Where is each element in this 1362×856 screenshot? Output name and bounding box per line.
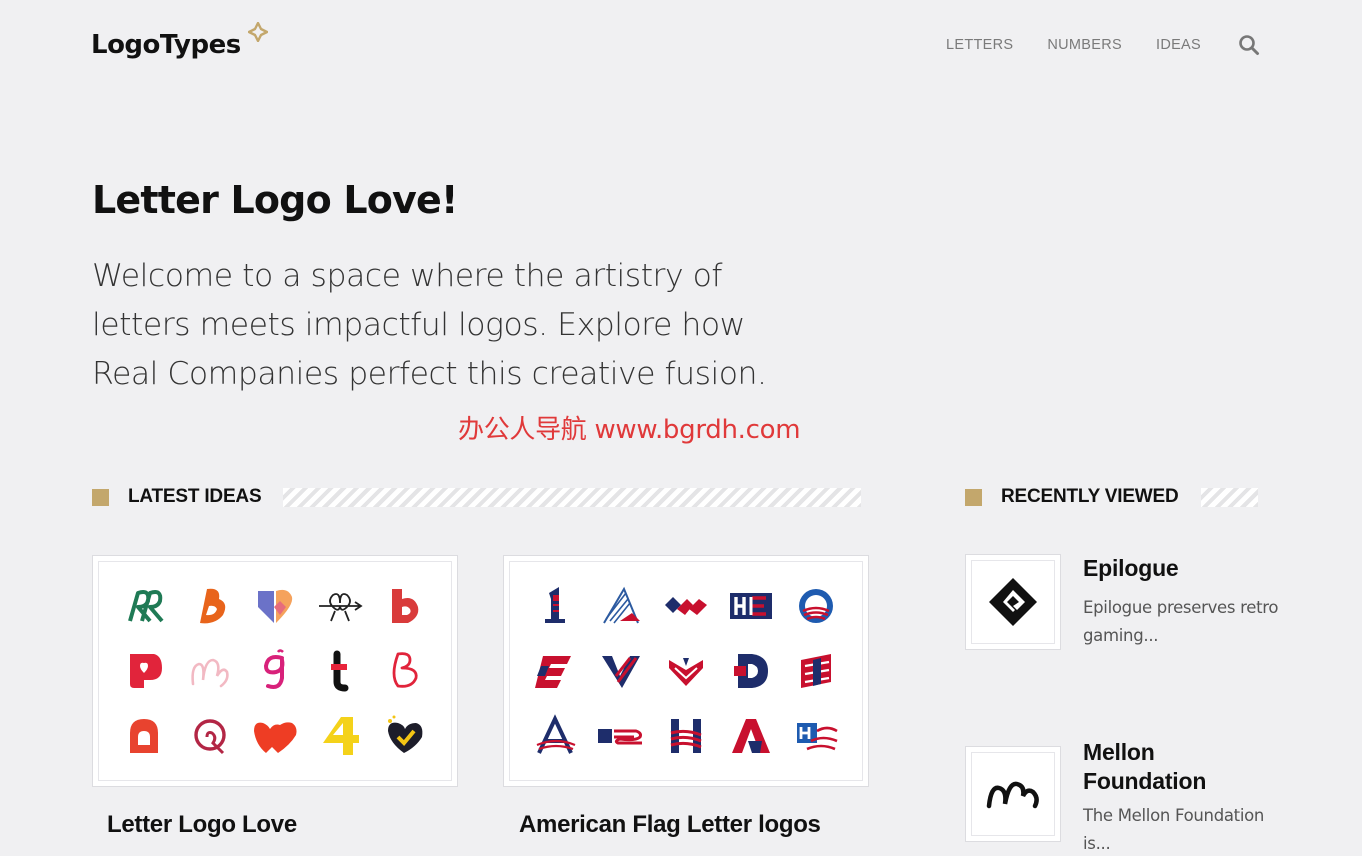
- red-b-outline-logo-icon: [380, 646, 430, 696]
- hero-intro: Welcome to a space where the artistry of…: [92, 258, 767, 392]
- recent-item-thumbnail[interactable]: [965, 746, 1061, 842]
- epilogue-logo-icon: [989, 578, 1037, 626]
- recently-viewed-label: RECENTLY VIEWED: [1001, 486, 1179, 507]
- recently-viewed-heading: RECENTLY VIEWED: [965, 486, 1258, 508]
- page-title: Letter Logo Love!: [92, 178, 458, 222]
- recent-item-desc: Epilogue preserves retro gaming...: [1083, 598, 1279, 645]
- flag-a-logo-icon: [596, 581, 646, 631]
- idea-card-letter-logo-love[interactable]: Letter Logo Love: [92, 555, 458, 839]
- colorful-heart-logo-icon: [250, 581, 300, 631]
- site-logo[interactable]: LogoTypes: [91, 30, 241, 60]
- recent-item-title[interactable]: Mellon Foundation: [1083, 738, 1283, 796]
- idea-card-american-flag[interactable]: American Flag Letter logos: [503, 555, 869, 839]
- flag-one-logo-icon: [531, 581, 581, 631]
- nav-numbers[interactable]: NUMBERS: [1047, 37, 1122, 53]
- watermark-text: 办公人导航 www.bgrdh.com: [458, 415, 801, 445]
- main-nav: LETTERS NUMBERS IDEAS: [912, 34, 1260, 56]
- logo-diamond-icon: [248, 22, 268, 42]
- maroon-q-heart-logo-icon: [185, 711, 235, 761]
- flag-d-logo-icon: [726, 646, 776, 696]
- red-p-heart-logo-icon: [120, 646, 170, 696]
- flag-e-logo-icon: [531, 646, 581, 696]
- flag-he-logo-icon: [726, 581, 776, 631]
- flag-h-wave-logo-icon: [791, 711, 841, 761]
- flag-v-logo-icon: [596, 646, 646, 696]
- flag-a-bold-logo-icon: [726, 711, 776, 761]
- green-r-logo-icon: [120, 581, 170, 631]
- idea-card-title[interactable]: Letter Logo Love: [107, 811, 458, 839]
- recent-item-thumbnail[interactable]: [965, 554, 1061, 650]
- orange-b-logo-icon: [185, 581, 235, 631]
- flag-h-logo-icon: [661, 711, 711, 761]
- red-double-heart-logo-icon: [250, 711, 300, 761]
- dark-heart-check-logo-icon: [380, 711, 430, 761]
- recent-item-desc: The Mellon Foundation is...: [1083, 806, 1265, 853]
- latest-ideas-label: LATEST IDEAS: [128, 486, 262, 507]
- pink-m-heart-logo-icon: [185, 646, 235, 696]
- idea-card-title[interactable]: American Flag Letter logos: [519, 811, 869, 839]
- red-a-logo-icon: [120, 711, 170, 761]
- flag-f-logo-icon: [791, 646, 841, 696]
- mellon-logo-icon: [986, 781, 1039, 809]
- idea-card-image[interactable]: [92, 555, 458, 787]
- flag-s-logo-icon: [596, 711, 646, 761]
- flag-o-logo-icon: [791, 581, 841, 631]
- heading-square-icon: [92, 488, 109, 506]
- idea-card-image[interactable]: [503, 555, 869, 787]
- recent-item-title[interactable]: Epilogue: [1083, 554, 1283, 583]
- nav-letters[interactable]: LETTERS: [946, 37, 1013, 53]
- heading-square-icon: [965, 488, 982, 506]
- heading-stripes: [283, 487, 862, 507]
- heading-stripes: [1200, 487, 1258, 507]
- flag-heart-logo-icon: [661, 646, 711, 696]
- flag-w-logo-icon: [661, 581, 711, 631]
- magenta-g-logo-icon: [250, 646, 300, 696]
- flag-a-serif-logo-icon: [531, 711, 581, 761]
- nav-ideas[interactable]: IDEAS: [1156, 37, 1201, 53]
- ornate-monogram-icon: [315, 581, 365, 631]
- latest-ideas-heading: LATEST IDEAS: [92, 486, 862, 508]
- yellow-four-logo-icon: [315, 711, 365, 761]
- search-icon[interactable]: [1238, 34, 1260, 56]
- black-t-logo-icon: [315, 646, 365, 696]
- red-b-heart-logo-icon: [380, 581, 430, 631]
